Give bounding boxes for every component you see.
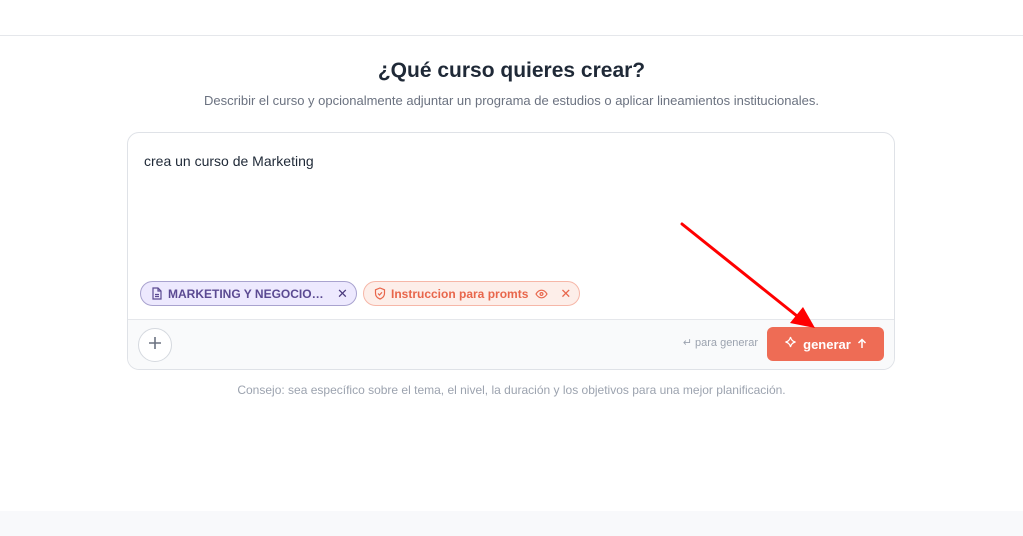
eye-icon[interactable] [535,289,549,299]
remove-attachment-button[interactable]: ✕ [560,286,571,302]
remove-attachment-button[interactable]: ✕ [337,286,348,302]
attachment-chip-label: MARKETING Y NEGOCIOS DIGITALES [168,286,326,301]
generate-hint: ↵ para generar [682,336,758,350]
attachment-chip-label: Instruccion para promts [391,286,529,301]
attachment-chip-syllabus[interactable]: MARKETING Y NEGOCIOS DIGITALES ✕ [140,281,357,306]
composer-toolbar: ↵ para generar generar [128,319,894,369]
generate-button[interactable]: generar [767,327,884,361]
course-prompt-card: crea un curso de Marketing MARKETING Y N… [127,132,895,370]
generate-button-label: generar [803,336,851,352]
tip-text: Consejo: sea específico sobre el tema, e… [237,383,786,397]
enter-key-icon: ↵ [682,337,692,349]
page-subtitle: Describir el curso y opcionalmente adjun… [204,93,819,108]
sparkle-icon [784,336,797,352]
document-icon [151,287,163,300]
top-bar [0,0,1023,36]
attachment-chip-guidelines[interactable]: Instruccion para promts ✕ [363,281,580,306]
plus-icon [148,336,162,355]
prompt-textarea[interactable]: crea un curso de Marketing [144,153,314,169]
arrow-up-icon [857,337,867,352]
generate-hint-text: para generar [695,336,758,349]
footer-band [0,511,1023,536]
shield-icon [374,287,386,300]
page-title: ¿Qué curso quieres crear? [377,59,646,82]
add-attachment-button[interactable] [138,328,172,362]
